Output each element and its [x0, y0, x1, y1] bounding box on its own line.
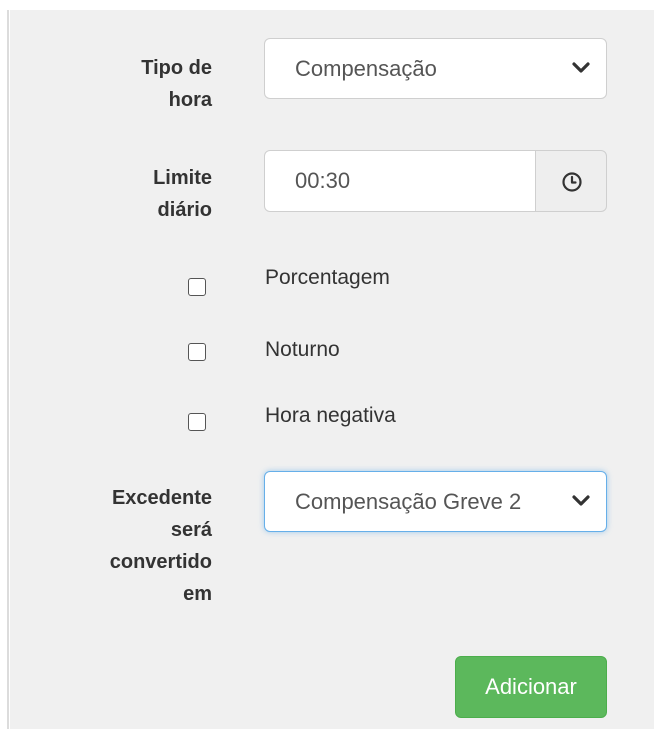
clock-icon: [562, 172, 582, 192]
excedente-select[interactable]: Compensação Greve 2: [264, 471, 607, 532]
tipo-hora-select[interactable]: Compensação: [264, 38, 607, 99]
porcentagem-checkbox[interactable]: [188, 278, 206, 296]
tipo-hora-label-line2: hora: [168, 89, 212, 111]
excedente-label-line2: será: [170, 519, 212, 541]
adicionar-button[interactable]: Adicionar: [455, 656, 607, 718]
tipo-hora-label: Tipo de hora: [141, 52, 212, 116]
limite-diario-time-input[interactable]: 00:30: [264, 150, 536, 212]
hora-negativa-label: Hora negativa: [265, 404, 396, 427]
excedente-label: Excedente será convertido em: [110, 482, 212, 610]
excedente-selected-value: Compensação Greve 2: [295, 489, 522, 514]
limite-diario-input-group: 00:30: [264, 150, 607, 212]
tipo-hora-label-line1: Tipo de: [141, 57, 212, 79]
excedente-label-line3: convertido: [109, 551, 212, 573]
limite-diario-label-line2: diário: [157, 199, 212, 221]
noturno-label: Noturno: [265, 338, 340, 361]
clock-picker-button[interactable]: [535, 150, 607, 212]
excedente-label-line4: em: [183, 583, 212, 605]
porcentagem-label: Porcentagem: [265, 266, 390, 289]
form-panel: [10, 10, 654, 729]
panel-divider: [7, 10, 9, 729]
chevron-down-icon: [572, 62, 590, 73]
chevron-down-icon: [572, 495, 590, 506]
limite-diario-label: Limite diário: [153, 162, 212, 226]
hora-negativa-checkbox[interactable]: [188, 413, 206, 431]
noturno-checkbox[interactable]: [188, 343, 206, 361]
excedente-label-line1: Excedente: [111, 487, 212, 509]
limite-diario-label-line1: Limite: [153, 167, 212, 189]
tipo-hora-selected-value: Compensação: [295, 56, 437, 81]
